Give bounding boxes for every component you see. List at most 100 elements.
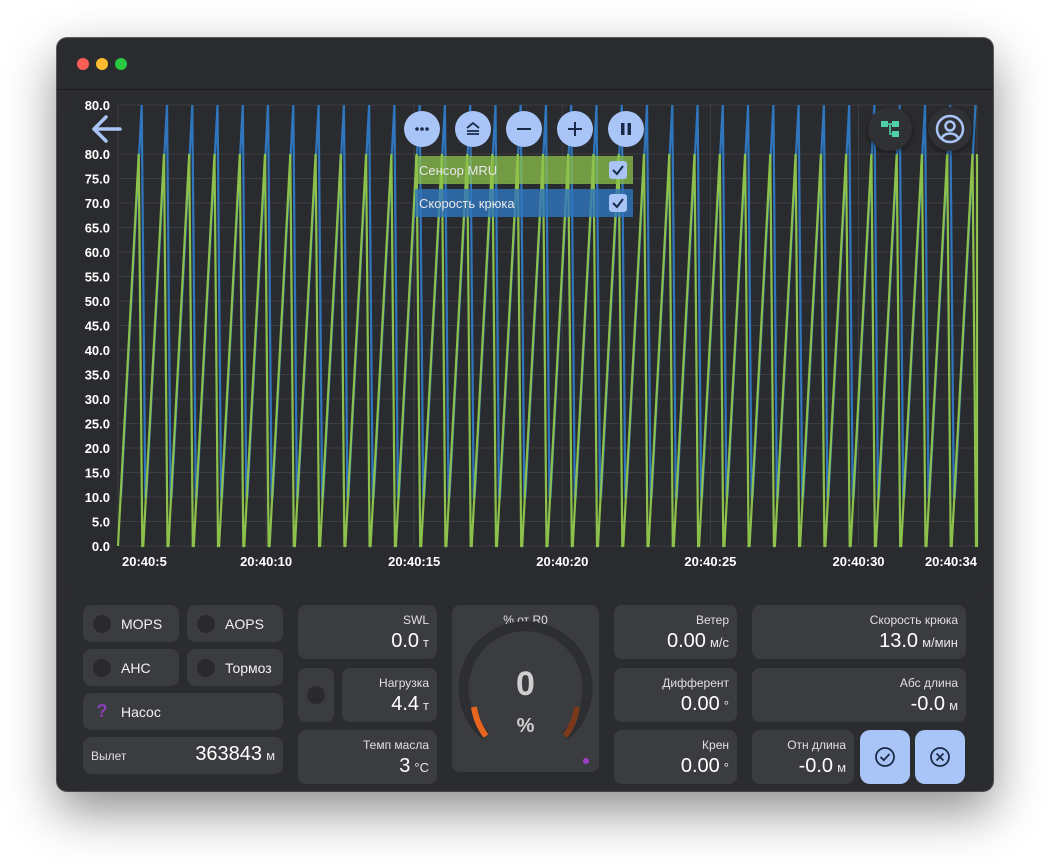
y-tick-label: 40.0 [85,343,110,358]
oil-temp-card: Темп масла 3 °C [298,730,437,784]
legend-item-mru: Сенсор MRU [415,156,633,184]
rel-length-unit: м [837,760,846,775]
trim-value: 0.00 [680,693,720,715]
account-button[interactable] [928,107,972,151]
y-tick-label: 50.0 [85,294,110,309]
pause-icon [621,123,631,135]
y-tick-label: 5.0 [92,515,110,530]
pump-indicator[interactable]: ? Насос [83,693,283,730]
plus-icon [568,122,582,136]
question-mark-icon: ? [96,701,108,721]
status-led [307,686,325,704]
cancel-button[interactable] [915,730,965,784]
outreach-unit: м [266,748,275,763]
trim-unit: ° [723,698,729,713]
back-button[interactable] [78,109,122,149]
x-tick-label: 20:40:30 [832,554,884,569]
abs-length-card: Абс длина -0.0 м [752,668,966,722]
checkmark-icon [612,198,624,209]
heel-label: Крен [702,738,729,752]
trim-label: Дифферент [662,676,729,690]
heel-value: 0.00 [680,755,720,777]
y-tick-label: 20.0 [85,441,110,456]
y-tick-label: 60.0 [85,245,110,260]
minus-icon [517,128,531,130]
pump-label: Насос [121,703,161,720]
chart-panel[interactable]: 0.0 5.0 10.0 15.0 20.0 25.0 30.0 35.0 40.0 45.0 50… [64,97,985,598]
hook-speed-unit: м/мин [922,635,958,650]
mops-indicator[interactable]: MOPS [83,605,179,642]
legend-label-mru: Сенсор MRU [419,162,498,178]
pause-button[interactable] [608,111,644,147]
more-button[interactable] [404,111,440,147]
oil-temp-unit: °C [414,760,429,775]
swl-unit: т [423,635,429,650]
wind-card: Ветер 0.00 м/с [614,605,737,659]
tree-view-button[interactable] [868,107,912,151]
y-tick-label: 0.0 [92,539,110,554]
arrow-left-icon [92,115,122,143]
swl-value: 0.0 [391,630,420,652]
maximize-window-button[interactable] [115,58,127,70]
rel-length-label: Отн длина [787,738,846,752]
abs-length-value: -0.0 [910,693,946,715]
aops-indicator[interactable]: AOPS [187,605,283,642]
load-indicator[interactable] [298,668,334,722]
swl-card: SWL 0.0 т [298,605,437,659]
abs-length-label: Абс длина [899,676,958,690]
legend-checkbox-hook-speed[interactable] [609,194,627,212]
gauge-status-dot [583,758,589,764]
ahc-indicator[interactable]: AHC [83,649,179,686]
hook-speed-card: Скорость крюка 13.0 м/мин [752,605,966,659]
x-tick-label: 20:40:10 [240,554,292,569]
y-tick-label: 65.0 [85,221,110,236]
load-label: Нагрузка [379,676,429,690]
heel-unit: ° [723,760,729,775]
y-tick-label: 35.0 [85,368,110,383]
ahc-label: AHC [121,659,151,676]
zoom-out-button[interactable] [506,111,542,147]
app-window: 0.0 5.0 10.0 15.0 20.0 25.0 30.0 35.0 40.0 45.0 50… [57,38,993,791]
x-tick-label: 20:40:5 [122,554,167,569]
outreach-value: 363843 [195,743,263,765]
y-tick-label: 15.0 [85,466,110,481]
legend-checkbox-mru[interactable] [609,161,627,179]
rel-length-value: -0.0 [798,755,834,777]
outreach-card: Вылет 363843 м [83,737,283,774]
status-led [93,614,111,633]
trim-card: Дифферент 0.00 ° [614,668,737,722]
minimize-window-button[interactable] [96,58,108,70]
wind-value: 0.00 [667,630,706,652]
load-value: 4.4 [391,693,420,715]
load-unit: т [423,698,429,713]
legend-item-hook-speed: Скорость крюка [415,189,633,217]
mops-label: MOPS [121,615,163,632]
title-bar [57,38,993,90]
heel-card: Крен 0.00 ° [614,730,737,784]
y-tick-label: 75.0 [85,172,110,187]
checkmark-icon [612,165,624,176]
wind-unit: м/с [709,635,729,650]
outreach-label: Вылет [91,749,127,763]
more-dots-icon [415,127,429,131]
close-window-button[interactable] [77,58,89,70]
autoscale-button[interactable] [455,111,491,147]
y-tick-label: 45.0 [85,319,110,334]
brake-indicator[interactable]: Тормоз [187,649,283,686]
autoscale-icon [466,121,480,135]
load-card: Нагрузка 4.4 т [342,668,437,722]
status-led [197,658,215,677]
zoom-in-button[interactable] [557,111,593,147]
status-led [93,658,111,677]
abs-length-unit: м [949,698,958,713]
gauge-value: 0 [516,665,535,703]
confirm-button[interactable] [860,730,910,784]
hierarchy-icon [881,121,899,137]
x-tick-label: 20:40:34 [925,554,978,569]
hook-speed-value: 13.0 [879,630,919,652]
wind-label: Ветер [696,613,729,627]
y-tick-label: 10.0 [85,490,110,505]
y-tick-label: 30.0 [85,392,110,407]
x-tick-label: 20:40:15 [388,554,440,569]
y-tick-label: 70.0 [85,196,110,211]
